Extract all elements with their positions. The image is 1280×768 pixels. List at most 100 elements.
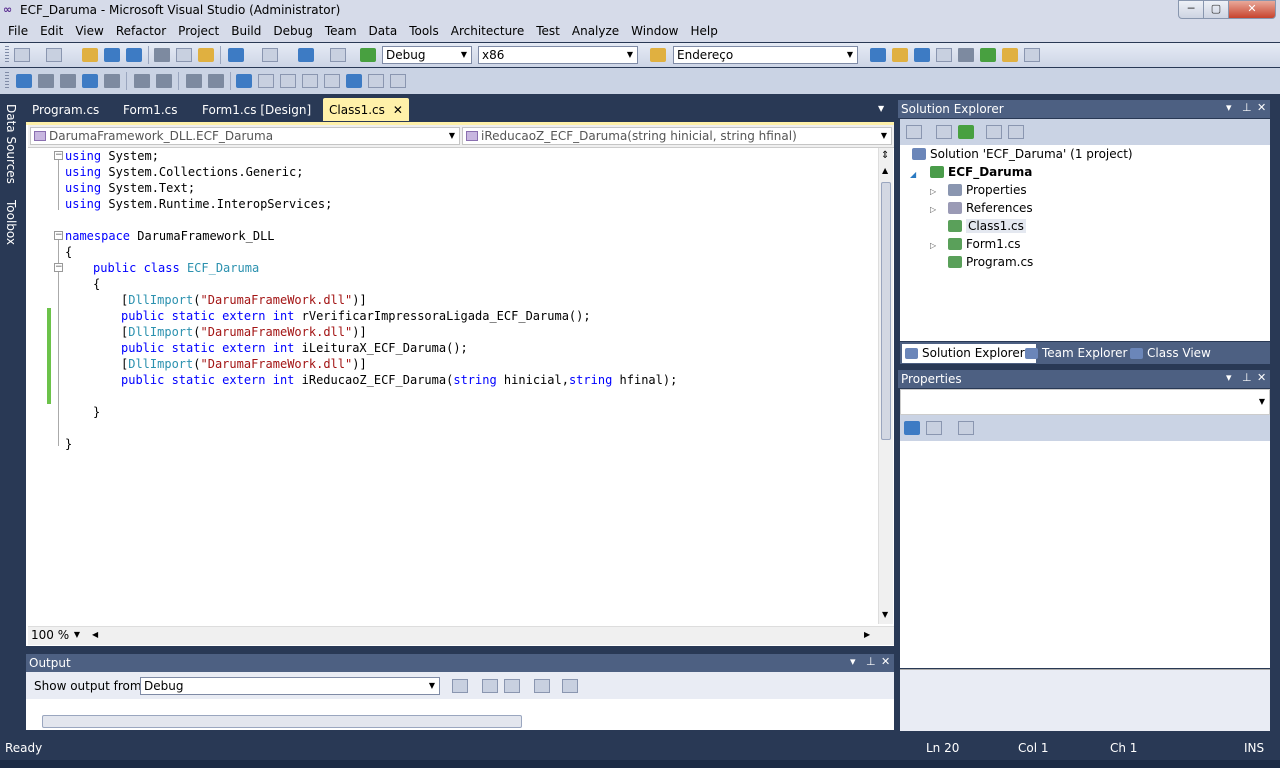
window-position-icon[interactable]: ▾	[850, 655, 856, 668]
close-panel-icon[interactable]: ✕	[1257, 371, 1266, 384]
go-to-next-message-icon[interactable]	[504, 679, 520, 693]
auto-hide-pin-icon[interactable]: ⊥	[866, 655, 876, 668]
display-word-completion-icon[interactable]	[82, 74, 98, 88]
auto-hide-pin-icon[interactable]: ⊥	[1242, 101, 1252, 114]
properties-object-combo[interactable]: ▼	[900, 389, 1270, 415]
view-code-icon[interactable]	[986, 125, 1002, 139]
auto-hide-pin-icon[interactable]: ⊥	[1242, 371, 1252, 384]
previous-bookmark-in-document-icon[interactable]	[346, 74, 362, 88]
open-folder-icon[interactable]	[82, 48, 98, 62]
toolbar-grip[interactable]	[5, 46, 9, 64]
menu-architecture[interactable]: Architecture	[445, 22, 530, 42]
close-tab-icon[interactable]: ✕	[393, 103, 403, 117]
members-combo[interactable]: iReducaoZ_ECF_Daruma(string hinicial, st…	[462, 127, 892, 145]
previous-bookmark-in-folder-icon[interactable]	[302, 74, 318, 88]
menu-edit[interactable]: Edit	[34, 22, 69, 42]
comment-lines-icon[interactable]	[156, 74, 172, 88]
new-project-icon[interactable]	[14, 48, 30, 62]
collapse-namespace-icon[interactable]: −	[54, 231, 63, 240]
menu-help[interactable]: Help	[685, 22, 724, 42]
collapse-class-icon[interactable]: −	[54, 263, 63, 272]
clear-bookmarks-icon[interactable]	[390, 74, 406, 88]
extension-manager-icon[interactable]	[958, 48, 974, 62]
copy-icon[interactable]	[176, 48, 192, 62]
find-combo[interactable]: Endereço ▼	[673, 46, 858, 64]
menu-file[interactable]: File	[2, 22, 34, 42]
paste-icon[interactable]	[198, 48, 214, 62]
menu-team[interactable]: Team	[319, 22, 363, 42]
class-view-icon[interactable]	[1002, 48, 1018, 62]
menu-debug[interactable]: Debug	[267, 22, 318, 42]
increase-indent-icon[interactable]	[134, 74, 150, 88]
collapsed-triangle-icon[interactable]: ▷	[930, 205, 936, 214]
menu-data[interactable]: Data	[363, 22, 404, 42]
go-to-previous-message-icon[interactable]	[482, 679, 498, 693]
navigate-backward-icon[interactable]	[298, 48, 314, 62]
tab-team-explorer[interactable]: Team Explorer	[1022, 344, 1142, 363]
toggle-bookmark-icon[interactable]	[236, 74, 252, 88]
minimize-button[interactable]: ─	[1178, 0, 1204, 19]
output-horizontal-scroll-thumb[interactable]	[42, 715, 522, 728]
tab-solution-explorer[interactable]: Solution Explorer	[902, 344, 1036, 363]
menu-refactor[interactable]: Refactor	[110, 22, 172, 42]
redo-icon[interactable]	[262, 48, 278, 62]
toggle-word-wrap-icon[interactable]	[562, 679, 578, 693]
object-browser-icon[interactable]	[914, 48, 930, 62]
expanded-triangle-icon[interactable]: ◢	[910, 170, 916, 179]
scroll-thumb[interactable]	[881, 182, 891, 440]
data-sources-tab[interactable]: Data Sources	[2, 104, 18, 184]
menu-analyze[interactable]: Analyze	[566, 22, 625, 42]
close-panel-icon[interactable]: ✕	[881, 655, 890, 668]
output-source-combo[interactable]: Debug ▼	[140, 677, 440, 695]
command-window-icon[interactable]	[1024, 48, 1040, 62]
solution-explorer-icon[interactable]	[870, 48, 886, 62]
bookmark-icon[interactable]	[208, 74, 224, 88]
add-item-icon[interactable]	[46, 48, 62, 62]
split-handle-icon[interactable]: ⇕	[881, 150, 889, 161]
next-bookmark-in-document-icon[interactable]	[368, 74, 384, 88]
tab-form1-design[interactable]: Form1.cs [Design]	[196, 98, 317, 121]
tree-item-form1[interactable]: Form1.cs	[948, 237, 1021, 251]
scroll-left-icon[interactable]: ◀	[92, 630, 98, 639]
alphabetical-icon[interactable]	[926, 421, 942, 435]
display-object-member-list-icon[interactable]	[16, 74, 32, 88]
tree-item-class1[interactable]: Class1.cs	[948, 219, 1026, 233]
menu-build[interactable]: Build	[225, 22, 267, 42]
code-editor[interactable]: − − − using System; using System.Collect…	[30, 148, 876, 624]
window-position-icon[interactable]: ▾	[1226, 371, 1232, 384]
categorized-icon[interactable]	[904, 421, 920, 435]
tab-class1-cs[interactable]: Class1.cs ✕	[323, 98, 409, 121]
collapsed-triangle-icon[interactable]: ▷	[930, 241, 936, 250]
properties-icon[interactable]	[906, 125, 922, 139]
tab-program-cs[interactable]: Program.cs	[26, 98, 105, 121]
find-in-files-icon[interactable]	[650, 48, 666, 62]
clear-all-icon[interactable]	[534, 679, 550, 693]
active-files-dropdown-icon[interactable]: ▼	[872, 97, 890, 120]
collapsed-triangle-icon[interactable]: ▷	[930, 187, 936, 196]
tab-class-view[interactable]: Class View	[1127, 344, 1237, 363]
menu-view[interactable]: View	[69, 22, 109, 42]
uncomment-lines-icon[interactable]	[186, 74, 202, 88]
tree-project[interactable]: ECF_Daruma	[930, 165, 1032, 179]
close-window-button[interactable]: ✕	[1228, 0, 1276, 19]
scroll-down-icon[interactable]: ▼	[882, 610, 888, 619]
toolbox-icon[interactable]	[936, 48, 952, 62]
types-combo[interactable]: DarumaFramework_DLL.ECF_Daruma ▼	[30, 127, 460, 145]
toolbar-grip[interactable]	[5, 72, 9, 90]
start-debugging-icon[interactable]	[360, 48, 376, 62]
solution-configuration-combo[interactable]: Debug ▼	[382, 46, 472, 64]
tab-form1-cs[interactable]: Form1.cs	[117, 98, 184, 121]
menu-tools[interactable]: Tools	[403, 22, 445, 42]
properties-grid[interactable]	[900, 441, 1270, 668]
solution-platform-combo[interactable]: x86 ▼	[478, 46, 638, 64]
navigate-forward-icon[interactable]	[330, 48, 346, 62]
toolbox-tab[interactable]: Toolbox	[2, 200, 18, 245]
window-position-icon[interactable]: ▾	[1226, 101, 1232, 114]
show-all-files-icon[interactable]	[936, 125, 952, 139]
collapse-usings-icon[interactable]: −	[54, 151, 63, 160]
save-icon[interactable]	[104, 48, 120, 62]
next-bookmark-in-folder-icon[interactable]	[324, 74, 340, 88]
output-text-area[interactable]	[26, 699, 894, 730]
editor-vertical-scrollbar[interactable]: ⇕ ▲ ▼	[878, 148, 893, 624]
property-pages-icon[interactable]	[958, 421, 974, 435]
